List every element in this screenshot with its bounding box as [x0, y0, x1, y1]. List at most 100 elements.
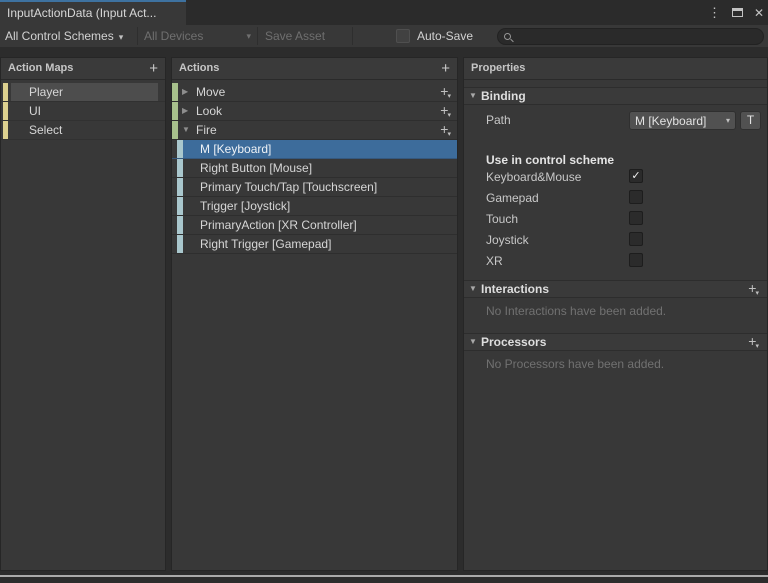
action-map-label: UI: [29, 104, 41, 118]
action-row-fire[interactable]: ▼ Fire +▾: [172, 121, 457, 140]
action-row-look[interactable]: ▶ Look +▾: [172, 102, 457, 121]
binding-row-m-keyboard[interactable]: M [Keyboard]: [172, 140, 457, 159]
chevron-down-icon: ▾: [755, 290, 759, 297]
toolbar-separator: [137, 27, 138, 45]
collapsed-arrow-icon[interactable]: ▶: [182, 83, 188, 101]
add-binding-button[interactable]: +▾: [440, 83, 452, 103]
binding-label: Right Trigger [Gamepad]: [200, 237, 332, 251]
interactions-section-header[interactable]: ▼ Interactions +▾: [464, 280, 767, 298]
processors-section-header[interactable]: ▼ Processors +▾: [464, 333, 767, 351]
binding-label: M [Keyboard]: [200, 142, 272, 156]
scheme-label-xr: XR: [486, 254, 503, 268]
action-map-row-ui[interactable]: UI: [1, 102, 165, 121]
properties-panel: Properties ▼ Binding Path M [Keyboard] ▾…: [463, 57, 768, 571]
action-map-color-bar: [3, 83, 8, 101]
collapsed-arrow-icon[interactable]: ▶: [182, 102, 188, 120]
search-icon: [504, 33, 511, 40]
expanded-arrow-icon: ▼: [469, 337, 477, 346]
action-maps-list: Player UI Select: [1, 80, 165, 140]
search-input[interactable]: [516, 30, 757, 43]
action-map-label: Select: [29, 123, 63, 137]
control-schemes-dropdown[interactable]: All Control Schemes ▾: [5, 25, 123, 47]
menu-dots-icon[interactable]: ⋮: [708, 5, 721, 21]
action-label: Move: [196, 85, 226, 99]
close-icon[interactable]: ✕: [754, 6, 764, 20]
binding-section-header[interactable]: ▼ Binding: [464, 87, 767, 105]
path-label: Path: [486, 113, 511, 127]
binding-label: PrimaryAction [XR Controller]: [200, 218, 357, 232]
add-processor-button[interactable]: +▾: [748, 334, 760, 352]
expanded-arrow-icon[interactable]: ▼: [182, 121, 190, 139]
window-bottom-edge[interactable]: [0, 575, 768, 577]
binding-row-right-trigger-gamepad[interactable]: Right Trigger [Gamepad]: [172, 235, 457, 254]
search-field[interactable]: [497, 28, 764, 45]
chevron-down-icon: ▾: [447, 93, 451, 100]
binding-color-bar: [177, 235, 183, 253]
control-scheme-heading: Use in control scheme: [486, 153, 615, 167]
action-map-label: Player: [11, 83, 158, 101]
actions-list: ▶ Move +▾ ▶ Look +▾ ▼ Fire +▾ M [Keyboar…: [172, 80, 457, 254]
path-dropdown[interactable]: M [Keyboard] ▾: [629, 111, 736, 130]
chevron-down-icon: ▾: [118, 32, 124, 42]
tab-title: InputActionData (Input Act...: [7, 6, 157, 20]
add-binding-button[interactable]: +▾: [440, 102, 452, 122]
binding-row-trigger-joystick[interactable]: Trigger [Joystick]: [172, 197, 457, 216]
scheme-checkbox-keyboard-mouse[interactable]: ✓: [629, 169, 643, 183]
auto-save-label: Auto-Save: [417, 29, 474, 43]
auto-save-checkbox[interactable]: [396, 29, 410, 43]
action-maps-title: Action Maps: [8, 62, 74, 74]
binding-color-bar: [177, 197, 183, 215]
action-color-bar: [172, 102, 178, 120]
action-maps-header: Action Maps +: [1, 58, 165, 80]
window-tab-bar: InputActionData (Input Act... ⋮ ✕: [0, 0, 768, 25]
action-color-bar: [172, 121, 178, 139]
maximize-icon[interactable]: [731, 8, 743, 17]
actions-header: Actions +: [172, 58, 457, 80]
binding-color-bar: [177, 140, 183, 158]
add-binding-button[interactable]: +▾: [440, 121, 452, 141]
scheme-label-keyboard-mouse: Keyboard&Mouse: [486, 170, 582, 184]
binding-row-primaryaction-xr[interactable]: PrimaryAction [XR Controller]: [172, 216, 457, 235]
chevron-down-icon: ▾: [755, 343, 759, 350]
binding-color-bar: [177, 216, 183, 234]
chevron-down-icon: ▾: [725, 116, 730, 125]
devices-label: All Devices: [144, 29, 204, 43]
scheme-label-joystick: Joystick: [486, 233, 529, 247]
add-action-map-button[interactable]: +: [149, 58, 158, 79]
binding-row-right-button-mouse[interactable]: Right Button [Mouse]: [172, 159, 457, 178]
binding-row-primary-touch[interactable]: Primary Touch/Tap [Touchscreen]: [172, 178, 457, 197]
scheme-checkbox-touch[interactable]: ✓: [629, 211, 643, 225]
scheme-checkbox-xr[interactable]: ✓: [629, 253, 643, 267]
path-value: M [Keyboard]: [635, 113, 707, 128]
toolbar-separator: [352, 27, 353, 45]
chevron-down-icon: ▾: [447, 112, 451, 119]
action-map-row-select[interactable]: Select: [1, 121, 165, 140]
binding-color-bar: [177, 159, 183, 177]
toolbar-separator: [257, 27, 258, 45]
add-interaction-button[interactable]: +▾: [748, 281, 760, 299]
action-map-row-player[interactable]: Player: [1, 83, 165, 102]
binding-label: Right Button [Mouse]: [200, 161, 313, 175]
chevron-down-icon: ▾: [447, 131, 451, 138]
devices-dropdown[interactable]: All Devices ▾: [144, 25, 255, 47]
processors-empty-text: No Processors have been added.: [486, 357, 665, 371]
control-schemes-label: All Control Schemes: [5, 29, 114, 43]
properties-header: Properties: [464, 58, 767, 80]
action-map-color-bar: [3, 102, 8, 120]
window-tab[interactable]: InputActionData (Input Act...: [0, 0, 186, 25]
scheme-checkbox-joystick[interactable]: ✓: [629, 232, 643, 246]
action-row-move[interactable]: ▶ Move +▾: [172, 83, 457, 102]
save-asset-button[interactable]: Save Asset: [265, 25, 325, 47]
toolbar: All Control Schemes ▾ All Devices ▾ Save A…: [0, 25, 768, 47]
add-action-button[interactable]: +: [441, 58, 450, 79]
scheme-checkbox-gamepad[interactable]: ✓: [629, 190, 643, 204]
window-controls: ⋮ ✕: [708, 0, 764, 25]
action-maps-panel: Action Maps + Player UI Select: [0, 57, 166, 571]
path-text-mode-button[interactable]: T: [740, 111, 761, 130]
action-color-bar: [172, 83, 178, 101]
check-icon: ✓: [631, 170, 641, 182]
expanded-arrow-icon: ▼: [469, 284, 477, 293]
action-label: Fire: [196, 123, 217, 137]
action-label: Look: [196, 104, 223, 118]
scheme-label-gamepad: Gamepad: [486, 191, 539, 205]
